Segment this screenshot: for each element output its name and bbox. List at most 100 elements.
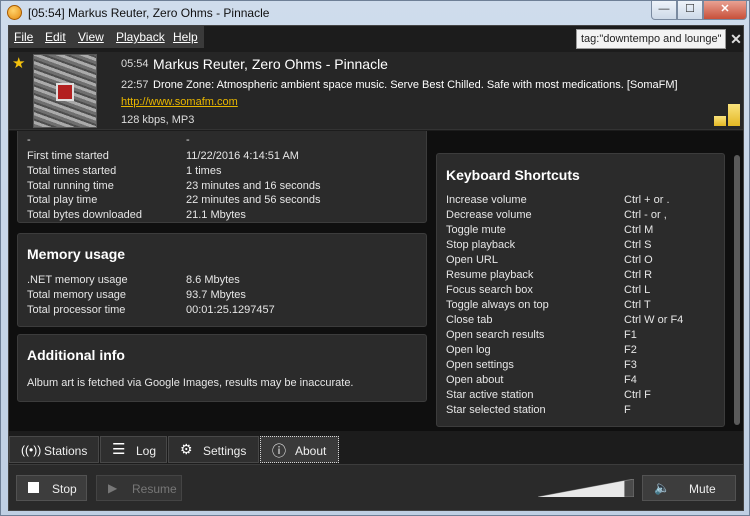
- stat-value: 1 times: [186, 165, 222, 177]
- stat-value: -: [186, 134, 190, 146]
- stop-button[interactable]: Stop: [16, 475, 87, 501]
- shortcut-keys: F: [624, 404, 631, 416]
- tab-stations[interactable]: ((•)) Stations: [9, 436, 99, 463]
- shortcut-action: Decrease volume: [446, 209, 532, 221]
- stat-label: Total play time: [27, 194, 98, 206]
- stop-icon: [28, 482, 39, 496]
- stop-button-label: Stop: [52, 482, 77, 496]
- shortcut-keys: F2: [624, 344, 637, 356]
- memory-panel: Memory usage .NET memory usage 8.6 Mbyte…: [17, 233, 427, 327]
- stat-value: 11/22/2016 4:14:51 AM: [186, 150, 299, 162]
- title-bar: [05:54] Markus Reuter, Zero Ohms - Pinna…: [1, 1, 749, 25]
- tab-settings-label: Settings: [203, 444, 247, 458]
- playback-controls: Stop ▶ Resume 🔈 Mute: [9, 464, 743, 510]
- menu-view[interactable]: View: [78, 30, 104, 44]
- stream-bitrate: 128 kbps, MP3: [121, 114, 195, 126]
- scrollbar-thumb[interactable]: [734, 155, 740, 425]
- shortcut-keys: Ctrl F: [624, 389, 651, 401]
- stats-panel: - - First time started 11/22/2016 4:14:5…: [17, 131, 427, 223]
- shortcut-keys: Ctrl T: [624, 299, 651, 311]
- menu-bar: File Edit View Playback Help: [9, 26, 204, 48]
- stat-value: 21.1 Mbytes: [186, 209, 246, 221]
- window-title: [05:54] Markus Reuter, Zero Ohms - Pinna…: [28, 6, 270, 20]
- now-playing-header: ★ 05:54 Markus Reuter, Zero Ohms - Pinna…: [9, 52, 743, 130]
- info-text: Album art is fetched via Google Images, …: [27, 377, 354, 389]
- shortcut-action: Increase volume: [446, 194, 527, 206]
- memory-value: 8.6 Mbytes: [186, 274, 240, 286]
- app-window: [05:54] Markus Reuter, Zero Ohms - Pinna…: [0, 0, 750, 516]
- info-panel-title: Additional info: [27, 347, 125, 363]
- shortcut-action: Open search results: [446, 329, 545, 341]
- shortcut-keys: Ctrl M: [624, 224, 654, 236]
- shortcuts-panel-title: Keyboard Shortcuts: [446, 167, 580, 183]
- menu-edit[interactable]: Edit: [45, 30, 66, 44]
- vertical-scrollbar[interactable]: [733, 155, 741, 431]
- shortcuts-panel: Keyboard Shortcuts Increase volume Ctrl …: [436, 153, 725, 427]
- stat-label: -: [27, 134, 31, 146]
- clear-search-icon[interactable]: ✕: [728, 29, 744, 49]
- station-url-link[interactable]: http://www.somafm.com: [121, 96, 238, 108]
- stat-value: 22 minutes and 56 seconds: [186, 194, 321, 206]
- list-icon: ☰: [112, 441, 126, 458]
- signal-bar-low: [714, 116, 726, 126]
- stat-label: Total running time: [27, 180, 114, 192]
- memory-value: 00:01:25.1297457: [186, 304, 275, 316]
- station-elapsed-time: 22:57: [121, 79, 149, 91]
- menu-playback[interactable]: Playback: [116, 30, 165, 44]
- shortcut-keys: Ctrl W or F4: [624, 314, 684, 326]
- track-elapsed-time: 05:54: [121, 58, 149, 70]
- resume-button-label: Resume: [132, 482, 177, 496]
- tab-settings[interactable]: ⚙ Settings: [168, 436, 259, 463]
- shortcut-keys: F3: [624, 359, 637, 371]
- mute-button[interactable]: 🔈 Mute: [642, 475, 736, 501]
- mute-button-label: Mute: [689, 482, 716, 496]
- memory-value: 93.7 Mbytes: [186, 289, 246, 301]
- track-title: Markus Reuter, Zero Ohms - Pinnacle: [153, 56, 388, 72]
- tab-log[interactable]: ☰ Log: [100, 436, 167, 463]
- shortcut-keys: Ctrl S: [624, 239, 652, 251]
- gear-icon: ⚙: [180, 441, 193, 457]
- album-art: [33, 54, 97, 128]
- stat-label: First time started: [27, 150, 109, 162]
- stat-value: 23 minutes and 16 seconds: [186, 180, 321, 192]
- shortcut-keys: Ctrl O: [624, 254, 653, 266]
- shortcut-action: Close tab: [446, 314, 493, 326]
- search-input[interactable]: tag:"downtempo and lounge": [576, 29, 726, 49]
- memory-label: .NET memory usage: [27, 274, 128, 286]
- menu-file[interactable]: File: [14, 30, 33, 44]
- tab-about-label: About: [295, 444, 327, 458]
- shortcut-keys: F1: [624, 329, 637, 341]
- menu-help[interactable]: Help: [173, 30, 198, 44]
- shortcut-action: Stop playback: [446, 239, 516, 251]
- stat-label: Total times started: [27, 165, 117, 177]
- play-icon: ▶: [108, 481, 118, 495]
- shortcut-action: Star active station: [446, 389, 534, 401]
- speaker-icon: 🔈: [654, 480, 671, 495]
- tab-stations-label: Stations: [44, 444, 88, 458]
- star-icon[interactable]: ★: [12, 54, 25, 72]
- signal-bars-icon: [714, 104, 742, 126]
- shortcut-action: Star selected station: [446, 404, 546, 416]
- maximize-button[interactable]: ☐: [677, 1, 703, 20]
- close-button[interactable]: ✕: [703, 1, 747, 20]
- signal-bar-high: [728, 104, 740, 126]
- resume-button[interactable]: ▶ Resume: [96, 475, 182, 501]
- broadcast-icon: ((•)): [21, 443, 42, 457]
- tab-bar: ((•)) Stations ☰ Log ⚙ Settings ⓘ About: [9, 436, 743, 464]
- shortcut-keys: Ctrl L: [624, 284, 651, 296]
- tab-about[interactable]: ⓘ About: [260, 436, 339, 463]
- volume-slider[interactable]: [538, 479, 634, 497]
- memory-panel-title: Memory usage: [27, 246, 126, 262]
- tab-log-label: Log: [136, 444, 157, 458]
- about-content: - - First time started 11/22/2016 4:14:5…: [9, 131, 743, 431]
- shortcut-action: Open URL: [446, 254, 498, 266]
- shortcut-keys: Ctrl + or .: [624, 194, 670, 206]
- minimize-button[interactable]: —: [651, 1, 677, 20]
- shortcut-keys: Ctrl R: [624, 269, 653, 281]
- memory-label: Total processor time: [27, 304, 126, 316]
- shortcut-action: Open about: [446, 374, 504, 386]
- album-art-emblem: [56, 83, 74, 101]
- shortcut-keys: Ctrl - or ,: [624, 209, 667, 221]
- shortcut-keys: F4: [624, 374, 637, 386]
- info-icon: ⓘ: [272, 443, 286, 459]
